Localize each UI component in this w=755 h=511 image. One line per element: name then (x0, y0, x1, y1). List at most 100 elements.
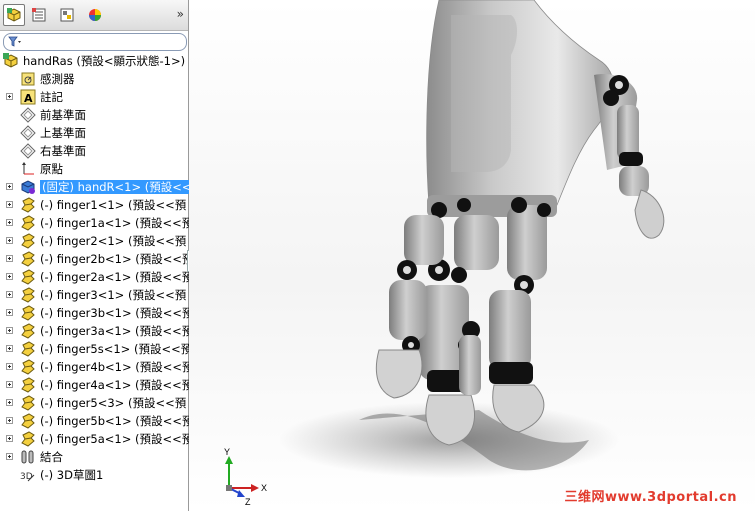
tree-node-label: (-) finger3a<1> (預設<<預 (40, 324, 189, 338)
tree-node-label: (-) finger2<1> (預設<<預 (40, 234, 187, 248)
tree-node[interactable]: (-) finger1<1> (預設<<預 (0, 196, 189, 214)
tree-node[interactable]: (-) finger2b<1> (預設<<預 (0, 250, 189, 268)
tree-node[interactable]: (固定) handR<1> (預設<< (0, 178, 189, 196)
palm-back-panel (451, 15, 517, 172)
tree-node-label: (-) finger5b<1> (預設<<預 (40, 414, 189, 428)
tree-node-label: 感測器 (40, 72, 75, 86)
tree-node-label: 右基準面 (40, 144, 86, 158)
coordinate-triad: Y X Z (224, 447, 267, 507)
tree-node-label: (-) finger3b<1> (預設<<預 (40, 306, 189, 320)
tree-expand-icon[interactable] (6, 417, 13, 424)
tree-node[interactable]: 右基準面 (0, 142, 189, 160)
part-icon (20, 197, 36, 213)
tree-node[interactable]: 原點 (0, 160, 189, 178)
part-icon (20, 305, 36, 321)
part-icon (20, 233, 36, 249)
tree-node-label: 結合 (40, 450, 63, 464)
annotation-icon: A (20, 89, 36, 105)
display-tab-icon[interactable] (84, 4, 106, 26)
tree-node-label: (-) finger5s<1> (預設<<預 (40, 342, 189, 356)
filter-icon (8, 36, 21, 47)
origin-icon (20, 161, 36, 177)
tree-node[interactable]: (-) finger4a<1> (預設<<預 (0, 376, 189, 394)
triad-y-label: Y (224, 447, 230, 457)
tree-node[interactable]: handRas (預設<顯示狀態-1>) (0, 52, 189, 70)
graphics-viewport[interactable]: Y X Z 三维网www.3dportal.cn (189, 0, 755, 511)
tree-node[interactable]: 上基準面 (0, 124, 189, 142)
tree-node[interactable]: (-) finger5<3> (預設<<預 (0, 394, 189, 412)
part-icon (20, 395, 36, 411)
tree-expand-icon[interactable] (6, 399, 13, 406)
feature-tree-tab-icon[interactable] (3, 4, 25, 26)
tree-node-label: (-) finger3<1> (預設<<預 (40, 288, 187, 302)
tree-expand-icon[interactable] (6, 255, 13, 262)
tree-node-label: handRas (預設<顯示狀態-1>) (23, 54, 186, 68)
tree-node[interactable]: (-) finger1a<1> (預設<<預 (0, 214, 189, 232)
tree-node[interactable]: 3D (-) 3D草圖1 (0, 466, 189, 484)
hand-model-3d[interactable]: Y X Z (189, 0, 755, 511)
tree-node-label: 註記 (40, 90, 63, 104)
part-icon (20, 215, 36, 231)
plane-icon (20, 125, 36, 141)
property-tab-icon[interactable] (28, 4, 50, 26)
svg-text:3D: 3D (20, 472, 33, 482)
svg-text:A: A (24, 92, 33, 105)
tree-node-label: (-) finger4b<1> (預設<<預 (40, 360, 189, 374)
part-icon (20, 269, 36, 285)
tree-node[interactable]: (-) finger4b<1> (預設<<預 (0, 358, 189, 376)
configuration-tab-icon[interactable] (56, 4, 78, 26)
part-icon (20, 431, 36, 447)
part-blue-icon (20, 179, 36, 195)
tree-expand-icon[interactable] (6, 453, 13, 460)
tree-node[interactable]: (-) finger5b<1> (預設<<預 (0, 412, 189, 430)
tree-node-label: (固定) handR<1> (預設<< (40, 180, 189, 194)
tree-expand-icon[interactable] (6, 345, 13, 352)
part-icon (20, 413, 36, 429)
sketch3d-icon: 3D (20, 467, 36, 483)
filter-input[interactable] (3, 33, 187, 51)
tree-node-label: 前基準面 (40, 108, 86, 122)
tree-node[interactable]: 感測器 (0, 70, 189, 88)
tree-node[interactable]: 前基準面 (0, 106, 189, 124)
tree-node[interactable]: (-) finger2<1> (預設<<預 (0, 232, 189, 250)
tree-node[interactable]: (-) finger5s<1> (預設<<預 (0, 340, 189, 358)
tree-node-label: (-) finger1a<1> (預設<<預 (40, 216, 189, 230)
tree-node-label: (-) finger4a<1> (預設<<預 (40, 378, 189, 392)
part-icon (20, 251, 36, 267)
tree-expand-icon[interactable] (6, 381, 13, 388)
tree-node[interactable]: (-) finger3<1> (預設<<預 (0, 286, 189, 304)
tree-expand-icon[interactable] (6, 237, 13, 244)
tree-node-label: 上基準面 (40, 126, 86, 140)
finger-pinky (459, 321, 481, 395)
assembly-icon (3, 53, 19, 69)
tree-expand-icon[interactable] (6, 309, 13, 316)
tree-expand-icon[interactable] (6, 201, 13, 208)
tree-node[interactable]: (-) finger3a<1> (預設<<預 (0, 322, 189, 340)
tree-expand-icon[interactable] (6, 273, 13, 280)
tree-node-label: (-) 3D草圖1 (40, 468, 104, 482)
tree-node-label: (-) finger2a<1> (預設<<預 (40, 270, 189, 284)
tree-node-label: (-) finger5a<1> (預設<<預 (40, 432, 189, 446)
tree-expand-icon[interactable] (6, 93, 13, 100)
tree-expand-icon[interactable] (6, 219, 13, 226)
plane-icon (20, 143, 36, 159)
tree-node-label: (-) finger2b<1> (預設<<預 (40, 252, 189, 266)
tree-node[interactable]: (-) finger2a<1> (預設<<預 (0, 268, 189, 286)
triad-z-label: Z (245, 497, 251, 507)
expand-panel-button[interactable]: » (177, 7, 184, 21)
tree-expand-icon[interactable] (6, 327, 13, 334)
part-icon (20, 377, 36, 393)
triad-x-label: X (261, 483, 267, 493)
tree-expand-icon[interactable] (6, 363, 13, 370)
feature-manager-panel: » handRas (預設<顯示狀態-1>) 感測器 A 註記前基準面上基準面右基準面… (0, 0, 193, 511)
tree-expand-icon[interactable] (6, 183, 13, 190)
tree-expand-icon[interactable] (6, 291, 13, 298)
tree-node[interactable]: (-) finger3b<1> (預設<<預 (0, 304, 189, 322)
tree-node-label: 原點 (40, 162, 63, 176)
tree-node[interactable]: 結合 (0, 448, 189, 466)
tree-node[interactable]: A 註記 (0, 88, 189, 106)
tree-node[interactable]: (-) finger5a<1> (預設<<預 (0, 430, 189, 448)
thumb (594, 74, 665, 239)
tree-expand-icon[interactable] (6, 435, 13, 442)
plane-icon (20, 107, 36, 123)
